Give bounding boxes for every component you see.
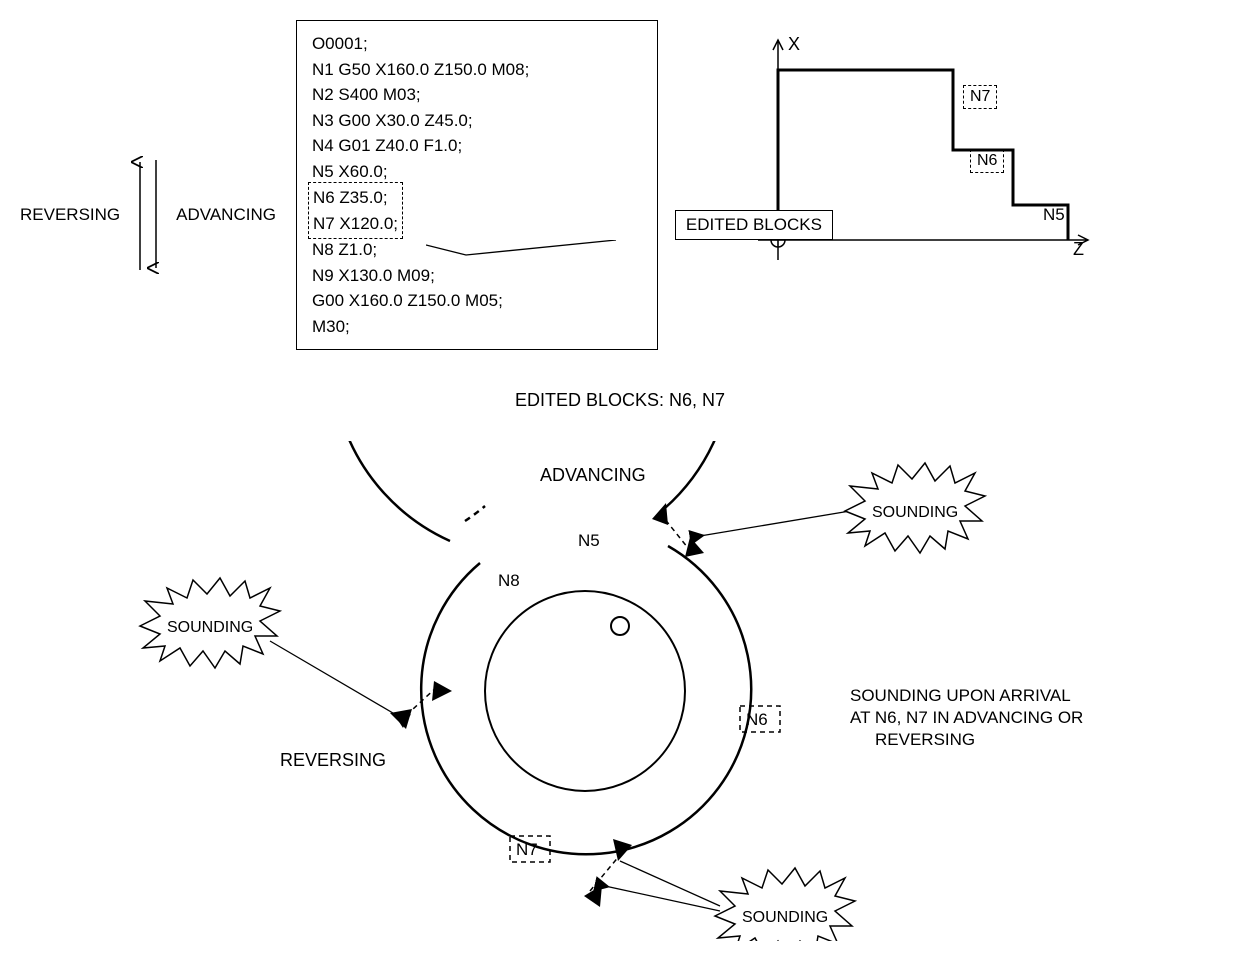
svg-text:SOUNDING: SOUNDING: [742, 909, 828, 926]
code-line: N5 X60.0;: [312, 159, 642, 185]
svg-text:REVERSING: REVERSING: [280, 750, 386, 770]
edited-callout: EDITED BLOCKS: [675, 210, 833, 240]
axis-z-label: Z: [1073, 239, 1084, 259]
code-line: N2 S400 M03;: [312, 82, 642, 108]
svg-text:SOUNDING: SOUNDING: [872, 504, 958, 521]
code-line: N8 Z1.0;: [312, 237, 642, 263]
svg-text:ADVANCING: ADVANCING: [540, 465, 646, 485]
top-section: REVERSING ADVANCING O0001; N1 G50 X160.0…: [20, 20, 1220, 350]
vertical-arrows-icon: [130, 150, 166, 280]
n5-label: N5: [1043, 205, 1065, 224]
axis-x-label: X: [788, 34, 800, 54]
svg-text:AT N6, N7 IN ADVANCING OR: AT N6, N7 IN ADVANCING OR: [850, 708, 1083, 727]
reversing-label: REVERSING: [20, 205, 120, 225]
profile-n7: N7: [963, 85, 997, 109]
svg-text:N7: N7: [516, 840, 538, 859]
dial-section: N5 N8 ADVANCING REVERSING N6 N7 SOUN: [20, 441, 1220, 941]
direction-labels: REVERSING ADVANCING: [20, 150, 276, 280]
code-line-edited: N7 X120.0;: [313, 211, 398, 237]
sounding-burst-icon: SOUNDING: [845, 463, 985, 553]
svg-text:REVERSING: REVERSING: [875, 730, 975, 749]
svg-text:SOUNDING UPON ARRIVAL: SOUNDING UPON ARRIVAL: [850, 686, 1071, 705]
dial-svg: N5 N8 ADVANCING REVERSING N6 N7 SOUN: [20, 441, 1220, 941]
sounding-burst-icon: SOUNDING: [140, 578, 280, 668]
edited-block-group: N6 Z35.0; N7 X120.0;: [308, 182, 403, 239]
code-line-edited: N6 Z35.0;: [313, 185, 398, 211]
edited-caption: EDITED BLOCKS: N6, N7: [20, 390, 1220, 411]
code-line: N9 X130.0 M09;: [312, 263, 642, 289]
advancing-label: ADVANCING: [176, 205, 276, 225]
svg-text:N6: N6: [746, 710, 768, 729]
code-line: N3 G00 X30.0 Z45.0;: [312, 108, 642, 134]
code-line: N1 G50 X160.0 Z150.0 M08;: [312, 57, 642, 83]
code-line: M30;: [312, 314, 642, 340]
profile-n6: N6: [970, 149, 1004, 173]
sounding-burst-icon: SOUNDING: [715, 868, 855, 941]
profile-graph: X Z N5 N7 N6: [738, 20, 1098, 333]
code-wrapper: O0001; N1 G50 X160.0 Z150.0 M08; N2 S400…: [296, 20, 658, 350]
svg-text:N8: N8: [498, 571, 520, 590]
gcode-listing: O0001; N1 G50 X160.0 Z150.0 M08; N2 S400…: [296, 20, 658, 350]
code-line: O0001;: [312, 31, 642, 57]
svg-text:N5: N5: [578, 531, 600, 550]
code-line: N4 G01 Z40.0 F1.0;: [312, 133, 642, 159]
code-line: G00 X160.0 Z150.0 M05;: [312, 288, 642, 314]
svg-text:SOUNDING: SOUNDING: [167, 619, 253, 636]
